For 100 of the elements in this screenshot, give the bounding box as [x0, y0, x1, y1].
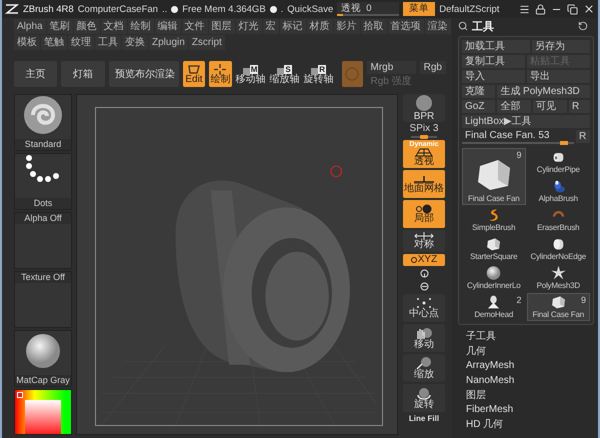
toolbar-button[interactable]: 主页: [14, 61, 58, 87]
shelf-button[interactable]: BPR: [403, 94, 445, 122]
tool-button[interactable]: GoZ: [462, 100, 496, 113]
toolbar-button[interactable]: 预览布尔渲染: [108, 61, 179, 87]
tool-slider[interactable]: Final Case Fan. 53: [462, 130, 574, 144]
reset-icon[interactable]: [578, 21, 588, 31]
tool-button[interactable]: R: [568, 100, 590, 113]
section-header[interactable]: ArrayMesh: [466, 358, 594, 373]
menu-item[interactable]: 首选项: [388, 18, 424, 34]
search-icon[interactable]: [458, 21, 468, 31]
menu-item[interactable]: Zscript: [188, 34, 225, 50]
close-icon[interactable]: [583, 3, 595, 15]
tool-button[interactable]: LightBox▶工具: [462, 115, 590, 128]
tool-button[interactable]: 导入: [462, 70, 525, 83]
shelf-button[interactable]: 旋转: [403, 384, 445, 412]
magnifier-icon: [415, 356, 433, 370]
tool-tile[interactable]: SimpleBrush: [462, 206, 526, 234]
shelf-button[interactable]: 缩放: [403, 354, 445, 382]
menu-item[interactable]: Zplugin: [149, 34, 188, 50]
section-header[interactable]: 图层: [466, 387, 594, 402]
menu-item[interactable]: 工具: [95, 34, 121, 50]
material-swatch[interactable]: [342, 61, 363, 87]
app-name: ZBrush 4R8: [23, 4, 74, 14]
shelf-button[interactable]: 中心点: [403, 294, 445, 322]
quicksave-button[interactable]: QuickSave: [287, 4, 334, 14]
menu-item[interactable]: 灯光: [236, 18, 262, 34]
cursor-icon: [330, 166, 342, 178]
tool-button[interactable]: 可见: [533, 100, 567, 113]
shelf-tile[interactable]: MatCap Gray: [14, 330, 72, 387]
cube-icon: [550, 294, 567, 310]
tool-tile[interactable]: 9 Final Case Fan: [462, 148, 526, 205]
tool-tile[interactable]: 9 Final Case Fan: [526, 293, 590, 321]
color-picker[interactable]: [14, 389, 72, 435]
tool-button[interactable]: 另存为: [532, 40, 590, 53]
menu-button[interactable]: 菜单: [403, 2, 436, 16]
axis-badge: M: [250, 64, 258, 74]
tool-tile[interactable]: EraserBrush: [526, 206, 590, 234]
menu-item[interactable]: 颜色: [74, 18, 100, 34]
menu-item[interactable]: 笔刷: [46, 18, 73, 34]
menu-item[interactable]: 绘制: [128, 18, 154, 34]
menu-bars-icon[interactable]: [519, 4, 530, 14]
rotate-sphere-icon: [415, 386, 433, 400]
lock-icon[interactable]: [535, 4, 546, 14]
menu-item[interactable]: Alpha: [14, 18, 46, 34]
menu-item[interactable]: 渲染: [424, 18, 451, 34]
tool-tile[interactable]: CylinderPipe: [526, 148, 590, 176]
menu-item[interactable]: 影片: [334, 18, 360, 34]
menu-item[interactable]: 文档: [100, 18, 127, 34]
menu-item[interactable]: 标记: [280, 18, 306, 34]
mode-button[interactable]: 绘制: [209, 61, 232, 87]
shelf-tile[interactable]: Texture Off: [14, 271, 72, 328]
menu-item[interactable]: 变换: [122, 34, 148, 50]
section-header[interactable]: FiberMesh: [466, 402, 594, 417]
shelf-tile[interactable]: Standard: [14, 94, 72, 151]
tool-button[interactable]: 导出: [527, 70, 590, 83]
section-header[interactable]: 几何: [466, 344, 594, 358]
tool-button[interactable]: 克隆: [462, 85, 496, 98]
section-header[interactable]: 子工具: [466, 329, 594, 344]
shelf-button[interactable]: 对称: [403, 230, 445, 252]
menu-item[interactable]: 笔触: [41, 34, 67, 50]
perspective-slider[interactable]: 透视 0: [337, 2, 400, 16]
tool-button[interactable]: 全部: [497, 100, 532, 113]
section-header[interactable]: HD 几何: [466, 416, 594, 432]
rgb-button[interactable]: Rgb: [420, 60, 446, 74]
shelf-tile[interactable]: Alpha Off: [14, 212, 72, 269]
toolbar-button[interactable]: 灯箱: [61, 61, 105, 87]
tool-tile[interactable]: AlphaBrush: [526, 177, 590, 205]
menu-item[interactable]: 图层: [208, 18, 235, 34]
tool-tile[interactable]: CylinderInnerLo: [462, 264, 526, 292]
mrgb-button[interactable]: Mrgb: [366, 60, 416, 74]
menu-item[interactable]: 编辑: [154, 18, 181, 34]
mode-button[interactable]: R 旋转轴: [304, 61, 334, 87]
tool-button[interactable]: 生成 PolyMesh3D: [497, 85, 590, 98]
section-header[interactable]: NanoMesh: [466, 372, 594, 388]
shelf-button[interactable]: 地面网格: [403, 170, 445, 198]
menu-item[interactable]: 材质: [306, 18, 333, 34]
shelf-tile[interactable]: Dots: [14, 153, 72, 210]
menu-item[interactable]: 拾取: [360, 18, 387, 34]
script-name[interactable]: DefaultZScript: [439, 4, 500, 14]
menu-item[interactable]: 模板: [14, 34, 40, 50]
mode-button[interactable]: S 缩放轴: [270, 61, 300, 87]
tool-tile[interactable]: CylinderNoEdge: [526, 235, 590, 263]
menu-item[interactable]: 文件: [182, 18, 208, 34]
line-fill-label[interactable]: Line Fill: [408, 414, 440, 424]
restore-icon[interactable]: [567, 4, 578, 14]
rotate-xyz-icon: [410, 256, 417, 264]
shelf-button[interactable]: 局部: [403, 200, 445, 228]
tool-button[interactable]: 复制工具: [462, 55, 525, 68]
tool-tile[interactable]: 2 DemoHead: [462, 293, 526, 321]
menu-item[interactable]: 纹理: [68, 34, 94, 50]
cube-icon: [485, 236, 502, 252]
tool-tile[interactable]: PolyMesh3D: [526, 264, 590, 292]
reset-button[interactable]: R: [576, 130, 590, 143]
tool-tile[interactable]: StarterSquare: [462, 235, 526, 263]
shelf-button[interactable]: 移动: [403, 324, 445, 352]
menu-item[interactable]: 宏: [262, 18, 279, 34]
mode-button[interactable]: M 移动轴: [236, 61, 266, 87]
shelf-button[interactable]: XYZ: [403, 254, 445, 266]
tool-button[interactable]: 加载工具: [462, 40, 530, 53]
mode-button[interactable]: Edit: [182, 61, 206, 87]
